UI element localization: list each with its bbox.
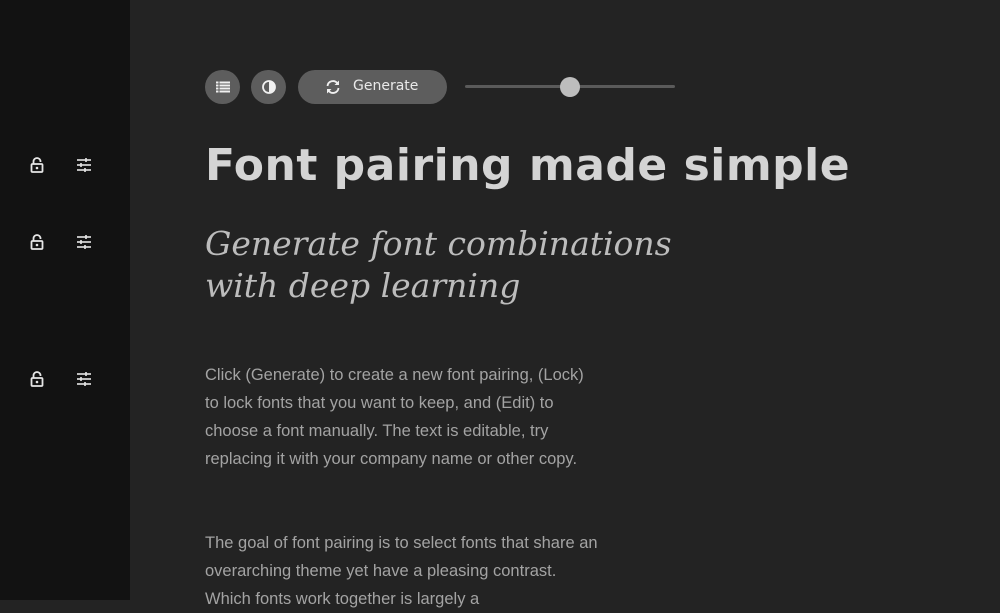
tune-icon <box>77 372 91 386</box>
variation-slider[interactable] <box>465 77 675 97</box>
lock-button[interactable] <box>25 153 49 177</box>
sidebar-row-subtitle <box>0 230 130 254</box>
sidebar <box>0 0 130 600</box>
slider-thumb[interactable] <box>560 77 580 97</box>
page-title[interactable]: Font pairing made simple <box>205 140 850 191</box>
generate-label: Generate <box>353 78 419 94</box>
edit-font-button[interactable] <box>72 230 96 254</box>
lock-open-icon <box>30 234 44 250</box>
sidebar-row-body <box>0 367 130 391</box>
edit-font-button[interactable] <box>72 153 96 177</box>
body-paragraph-1[interactable]: Click (Generate) to create a new font pa… <box>205 361 600 473</box>
tune-icon <box>77 235 91 249</box>
subtitle-line-2: with deep learning <box>205 266 521 305</box>
lock-open-icon <box>30 157 44 173</box>
main-content: Generate Font pairing made simple Genera… <box>130 0 1000 608</box>
tune-icon <box>77 158 91 172</box>
lock-button[interactable] <box>25 367 49 391</box>
page-subtitle[interactable]: Generate font combinations with deep lea… <box>205 223 705 307</box>
contrast-icon <box>261 80 276 94</box>
refresh-icon <box>326 80 340 94</box>
lock-open-icon <box>30 371 44 387</box>
sidebar-row-title <box>0 153 130 177</box>
list-icon <box>215 81 230 93</box>
edit-font-button[interactable] <box>72 367 96 391</box>
list-button[interactable] <box>205 70 240 104</box>
body-paragraph-2[interactable]: The goal of font pairing is to select fo… <box>205 529 600 613</box>
generate-button[interactable]: Generate <box>298 70 447 104</box>
subtitle-line-1: Generate font combinations <box>205 224 672 263</box>
lock-button[interactable] <box>25 230 49 254</box>
theme-toggle-button[interactable] <box>251 70 286 104</box>
